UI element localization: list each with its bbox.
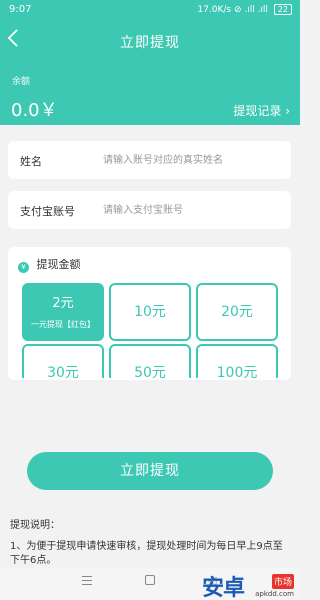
home-icon[interactable] xyxy=(145,575,155,585)
alipay-label: 支付宝账号 xyxy=(20,205,75,218)
amount-option-100[interactable]: 100元 xyxy=(196,344,278,381)
watermark-url: apkdd.com xyxy=(255,590,294,598)
name-input[interactable] xyxy=(103,149,283,171)
header: 9:07 17.0K/s ⊘ .ıll .ıll 22 立即提现 余额 0.0￥… xyxy=(0,0,300,125)
amount-value: 10元 xyxy=(134,304,166,320)
amount-option-30[interactable]: 30元 xyxy=(22,344,104,381)
coin-icon: ¥ xyxy=(18,262,29,273)
amount-option-20[interactable]: 20元 xyxy=(196,283,278,341)
amount-title-row: ¥ 提现金额 xyxy=(18,256,81,273)
battery-icon: 22 xyxy=(273,4,292,15)
status-bar: 9:07 17.0K/s ⊘ .ıll .ıll 22 xyxy=(0,0,300,20)
amount-panel: ¥ 提现金额 2元 一元提现【红包】 10元 20元 30元 50元 100元 xyxy=(8,247,291,381)
amount-sub-label: 一元提现【红包】 xyxy=(31,320,95,329)
notes-title: 提现说明： xyxy=(10,520,60,531)
amount-value: 20元 xyxy=(221,304,253,320)
name-label: 姓名 xyxy=(20,155,42,168)
amount-title: 提现金额 xyxy=(36,258,81,271)
watermark-badge: 市场 xyxy=(271,574,294,589)
withdraw-button[interactable]: 立即提现 xyxy=(27,452,273,490)
amount-value: 50元 xyxy=(134,365,166,381)
page-title: 立即提现 xyxy=(120,35,180,51)
alipay-field-card: 支付宝账号 xyxy=(8,191,291,229)
name-field-card: 姓名 xyxy=(8,141,291,179)
alipay-account-input[interactable] xyxy=(103,199,283,221)
watermark-main: 安卓 xyxy=(202,576,245,600)
amount-option-2[interactable]: 2元 一元提现【红包】 xyxy=(22,283,104,341)
watermark-logo: 安卓 市场 apkdd.com xyxy=(202,572,294,600)
amount-value: 100元 xyxy=(216,365,258,381)
withdraw-history-link[interactable]: 提现记录 › xyxy=(233,102,290,119)
status-indicators: 17.0K/s ⊘ .ıll .ıll 22 xyxy=(197,4,292,15)
amount-value: 2元 xyxy=(52,296,74,311)
network-speed: 17.0K/s ⊘ .ıll .ıll xyxy=(197,5,268,15)
recent-apps-icon[interactable] xyxy=(82,576,92,586)
notes-text: 1、为便于提现申请快速审核，提现处理时间为每日早上9点至下午6点。 xyxy=(10,541,283,566)
balance-label: 余额 xyxy=(12,77,31,87)
amount-option-10[interactable]: 10元 xyxy=(109,283,191,341)
amount-value: 30元 xyxy=(47,365,79,381)
amount-option-50[interactable]: 50元 xyxy=(109,344,191,381)
status-time: 9:07 xyxy=(9,4,32,15)
balance-value: 0.0￥ xyxy=(11,100,58,121)
